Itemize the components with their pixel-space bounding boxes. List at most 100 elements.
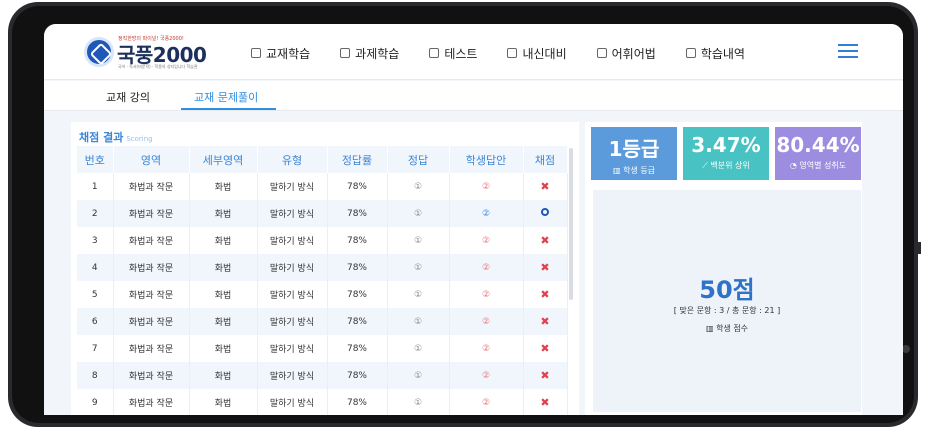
logo-mark-icon — [84, 37, 114, 67]
col-header-type: 유형 — [257, 146, 328, 173]
col-header-answer: 정답 — [387, 146, 450, 173]
cell-student-answer: ② — [449, 389, 524, 415]
cell-rate: 78% — [327, 227, 388, 254]
cell-subarea: 화법 — [189, 281, 258, 308]
stat-achievement-value: 80.44% — [776, 133, 860, 157]
cell-grade: ✖ — [523, 227, 568, 254]
cell-answer: ① — [387, 335, 450, 362]
cell-type: 말하기 방식 — [257, 308, 328, 335]
stat-achievement-label-text: 영역별 성취도 — [799, 161, 847, 170]
cell-area: 화법과 작문 — [113, 173, 190, 200]
cell-type: 말하기 방식 — [257, 281, 328, 308]
cell-subarea: 화법 — [189, 173, 258, 200]
cell-grade: ✖ — [523, 308, 568, 335]
nav-item-vocabulary[interactable]: 어휘어법 — [596, 44, 656, 62]
cell-subarea: 화법 — [189, 335, 258, 362]
cell-answer: ① — [387, 389, 450, 415]
cell-answer: ① — [387, 254, 450, 281]
chart-line-icon — [429, 48, 440, 58]
nav-item-test[interactable]: 테스트 — [429, 44, 477, 62]
cell-grade: ✖ — [523, 362, 568, 389]
cell-rate: 78% — [327, 200, 388, 227]
score-value: 50점 — [699, 276, 755, 304]
cell-area: 화법과 작문 — [113, 227, 190, 254]
cell-number: 1 — [77, 173, 114, 200]
scoring-title-text: 채점 결과 — [79, 131, 124, 144]
cell-type: 말하기 방식 — [257, 335, 328, 362]
nav-item-assignment[interactable]: 과제학습 — [340, 44, 399, 62]
nav-item-textbook[interactable]: 교재학습 — [251, 44, 310, 62]
cell-area: 화법과 작문 — [113, 308, 190, 335]
list-icon — [685, 48, 696, 58]
scoring-table: 번호 영역 세부영역 유형 정답률 정답 학생답안 채점 1 화법과 작문 화법 말하… — [77, 146, 568, 415]
score-label: ▥ 학생 점수 — [593, 323, 861, 334]
table-row: 9 화법과 작문 화법 말하기 방식 78% ① ② ✖ — [77, 389, 568, 415]
bar-chart-icon: ▥ — [705, 324, 717, 333]
wrong-mark-icon: ✖ — [540, 369, 550, 382]
cell-number: 9 — [77, 389, 114, 415]
cell-number: 7 — [77, 335, 114, 362]
stat-percentile-label-text: 백분위 상위 — [710, 161, 750, 170]
stat-card-grade: 1등급 ▥ 학생 등급 — [591, 127, 677, 180]
cell-grade: ✖ — [523, 173, 568, 200]
table-row: 7 화법과 작문 화법 말하기 방식 78% ① ② ✖ — [77, 335, 568, 362]
nav-label: 교재학습 — [266, 46, 311, 61]
nav-label: 어휘어법 — [611, 46, 656, 61]
side-button — [918, 242, 921, 254]
cell-student-answer: ② — [449, 335, 524, 362]
nav-label: 내신대비 — [522, 46, 567, 61]
cell-number: 6 — [77, 308, 114, 335]
cell-answer: ① — [387, 362, 450, 389]
table-header-row: 번호 영역 세부영역 유형 정답률 정답 학생답안 채점 — [77, 146, 568, 173]
cell-student-answer: ② — [449, 362, 524, 389]
top-header: 정직한방의 파이널! 국풍2000! 국풍2000 국어 · 독서(비문학) ·… — [44, 24, 903, 80]
cell-student-answer: ② — [449, 281, 524, 308]
cell-rate: 78% — [327, 389, 388, 415]
stat-grade-value: 1등급 — [608, 137, 660, 161]
cell-type: 말하기 방식 — [257, 173, 328, 200]
cell-student-answer: ② — [449, 200, 524, 227]
cell-answer: ① — [387, 173, 450, 200]
col-header-rate: 정답률 — [327, 146, 388, 173]
nav-item-history[interactable]: 학습내역 — [685, 44, 745, 62]
cell-type: 말하기 방식 — [257, 200, 328, 227]
tab-textbook-lecture[interactable]: 교재 강의 — [106, 89, 150, 105]
monitor-icon — [596, 48, 607, 58]
cell-type: 말하기 방식 — [257, 389, 328, 415]
cell-type: 말하기 방식 — [257, 227, 328, 254]
col-header-area: 영역 — [113, 146, 190, 173]
nav-item-school-exam[interactable]: 내신대비 — [507, 44, 567, 62]
bar-chart-icon: ▥ — [612, 166, 624, 175]
cell-rate: 78% — [327, 308, 388, 335]
stat-grade-label-text: 학생 등급 — [623, 166, 656, 175]
wrong-mark-icon: ✖ — [540, 315, 550, 328]
cell-type: 말하기 방식 — [257, 362, 328, 389]
table-scrollbar[interactable] — [569, 148, 573, 300]
camera-icon — [902, 345, 910, 353]
col-header-student-answer: 학생답안 — [449, 146, 524, 173]
score-label-text: 학생 점수 — [716, 324, 749, 333]
cell-answer: ① — [387, 200, 450, 227]
cell-area: 화법과 작문 — [113, 254, 190, 281]
cell-student-answer: ② — [449, 227, 524, 254]
wrong-mark-icon: ✖ — [540, 261, 550, 274]
sub-tabs: 교재 강의 교재 문제풀이 — [44, 81, 903, 111]
edit-icon — [507, 48, 518, 58]
cell-grade: ✖ — [523, 281, 568, 308]
cell-student-answer: ② — [449, 173, 524, 200]
tab-textbook-problems[interactable]: 교재 문제풀이 — [194, 89, 258, 105]
app-screen: 정직한방의 파이널! 국풍2000! 국풍2000 국어 · 독서(비문학) ·… — [44, 24, 903, 415]
hamburger-icon[interactable] — [838, 43, 858, 59]
wrong-mark-icon: ✖ — [540, 342, 550, 355]
cell-number: 8 — [77, 362, 114, 389]
cell-answer: ① — [387, 227, 450, 254]
active-tab-indicator — [181, 108, 276, 110]
nav-label: 테스트 — [444, 46, 478, 61]
cell-student-answer: ② — [449, 308, 524, 335]
cell-area: 화법과 작문 — [113, 200, 190, 227]
cell-area: 화법과 작문 — [113, 281, 190, 308]
cell-grade: ✖ — [523, 335, 568, 362]
table-row: 2 화법과 작문 화법 말하기 방식 78% ① ② — [77, 200, 568, 227]
stat-achievement-label: ◔ 영역별 성취도 — [775, 160, 861, 171]
cell-grade: ✖ — [523, 254, 568, 281]
